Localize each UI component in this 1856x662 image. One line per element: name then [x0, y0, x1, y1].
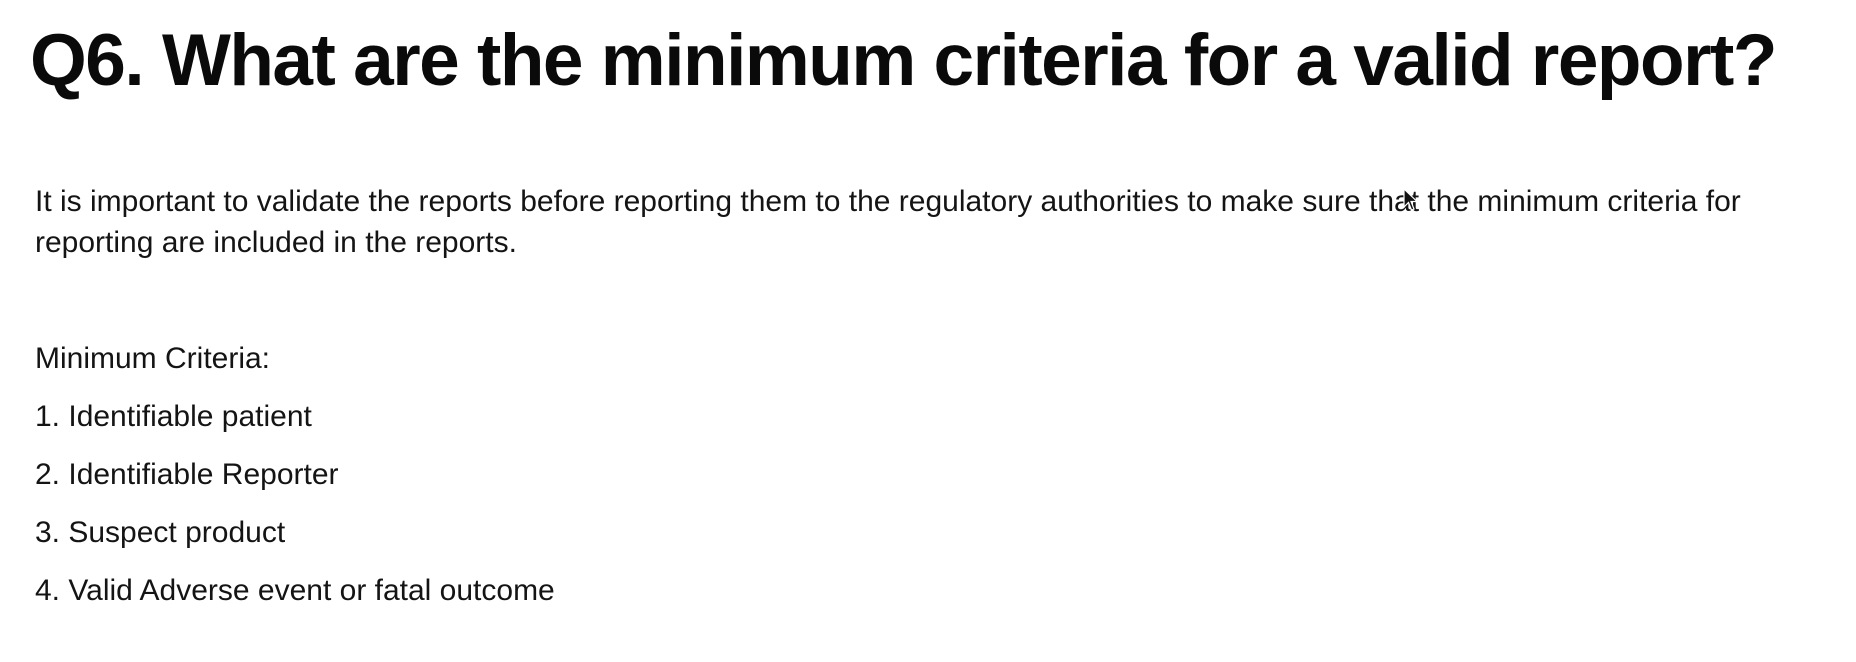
- criteria-item: 2. Identifiable Reporter: [35, 458, 339, 491]
- slide-title: Q6. What are the minimum criteria for a …: [30, 20, 1777, 101]
- criteria-item: 4. Valid Adverse event or fatal outcome: [35, 574, 555, 607]
- criteria-item: 3. Suspect product: [35, 516, 286, 549]
- criteria-list: 1. Identifiable patient 2. Identifiable …: [35, 396, 555, 628]
- intro-paragraph: It is important to validate the reports …: [35, 185, 1741, 259]
- criteria-item: 1. Identifiable patient: [35, 400, 312, 433]
- slide: Q6. What are the minimum criteria for a …: [0, 0, 1856, 662]
- mouse-pointer-icon: [1403, 188, 1419, 211]
- criteria-heading: Minimum Criteria:: [35, 342, 271, 375]
